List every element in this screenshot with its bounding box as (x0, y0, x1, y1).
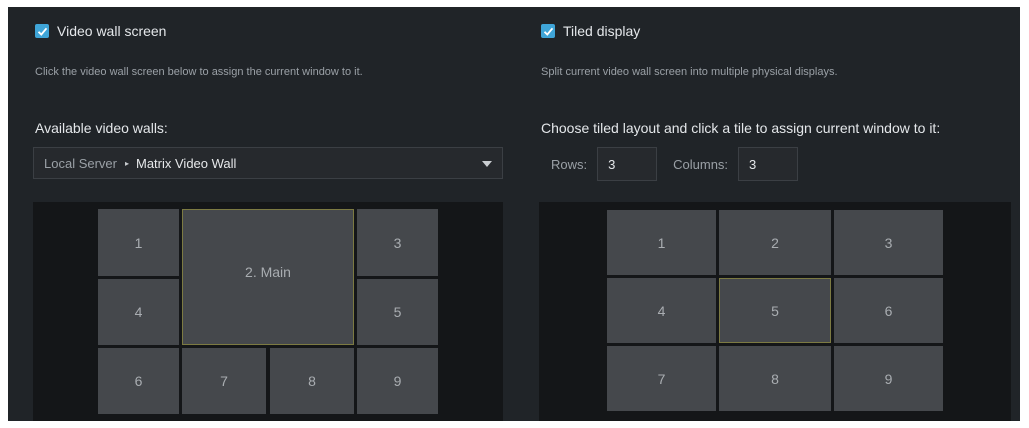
columns-input[interactable]: 3 (738, 147, 799, 181)
tile-5[interactable]: 5 (719, 278, 831, 343)
rows-columns-controls: Rows: 3 Columns: 3 (551, 147, 799, 181)
available-video-walls-label: Available video walls: (35, 120, 168, 136)
wall-screen-4[interactable]: 4 (98, 279, 179, 345)
wall-screen-8[interactable]: 8 (270, 348, 354, 414)
video-wall-screen-checkbox[interactable]: Video wall screen (35, 23, 166, 39)
wall-screen-3[interactable]: 3 (357, 209, 438, 276)
video-wall-name: Matrix Video Wall (136, 155, 237, 171)
video-wall-settings-dialog: Video wall screen Click the video wall s… (8, 7, 1020, 421)
checkmark-icon (35, 24, 49, 38)
video-wall-select[interactable]: Local Server ▸ Matrix Video Wall (33, 147, 503, 179)
wall-screen-5[interactable]: 5 (357, 279, 438, 345)
tiled-layout-label: Choose tiled layout and click a tile to … (541, 120, 941, 136)
tiled-display-checkbox[interactable]: Tiled display (541, 23, 640, 39)
tile-6[interactable]: 6 (834, 278, 943, 343)
wall-screen-9[interactable]: 9 (357, 348, 438, 414)
dropdown-arrow-icon (482, 161, 492, 167)
tile-9[interactable]: 9 (834, 346, 943, 411)
columns-label: Columns: (673, 156, 729, 172)
video-wall-screens: 1 2. Main 3 4 5 6 7 8 9 (33, 202, 503, 421)
checkmark-icon (541, 24, 555, 38)
rows-label: Rows: (551, 156, 588, 172)
tiled-display-label: Tiled display (563, 23, 641, 39)
rows-input[interactable]: 3 (597, 147, 658, 181)
tile-1[interactable]: 1 (607, 210, 716, 275)
video-wall-description: Click the video wall screen below to ass… (35, 66, 363, 78)
breadcrumb-separator-icon: ▸ (124, 158, 129, 168)
server-name: Local Server (44, 155, 117, 171)
tile-4[interactable]: 4 (607, 278, 716, 343)
video-wall-panel: Video wall screen Click the video wall s… (33, 7, 513, 421)
tiled-display-description: Split current video wall screen into mul… (541, 66, 838, 78)
wall-screen-7[interactable]: 7 (182, 348, 266, 414)
wall-screen-1[interactable]: 1 (98, 209, 179, 276)
video-wall-screen-label: Video wall screen (57, 23, 167, 39)
wall-screen-2-main[interactable]: 2. Main (182, 209, 354, 345)
tiled-display-panel: Tiled display Split current video wall s… (539, 7, 1011, 421)
tile-7[interactable]: 7 (607, 346, 716, 411)
wall-screen-6[interactable]: 6 (98, 348, 179, 414)
tile-3[interactable]: 3 (834, 210, 943, 275)
tile-8[interactable]: 8 (719, 346, 831, 411)
tile-2[interactable]: 2 (719, 210, 831, 275)
tile-grid: 1 2 3 4 5 6 7 8 9 (539, 202, 1011, 421)
